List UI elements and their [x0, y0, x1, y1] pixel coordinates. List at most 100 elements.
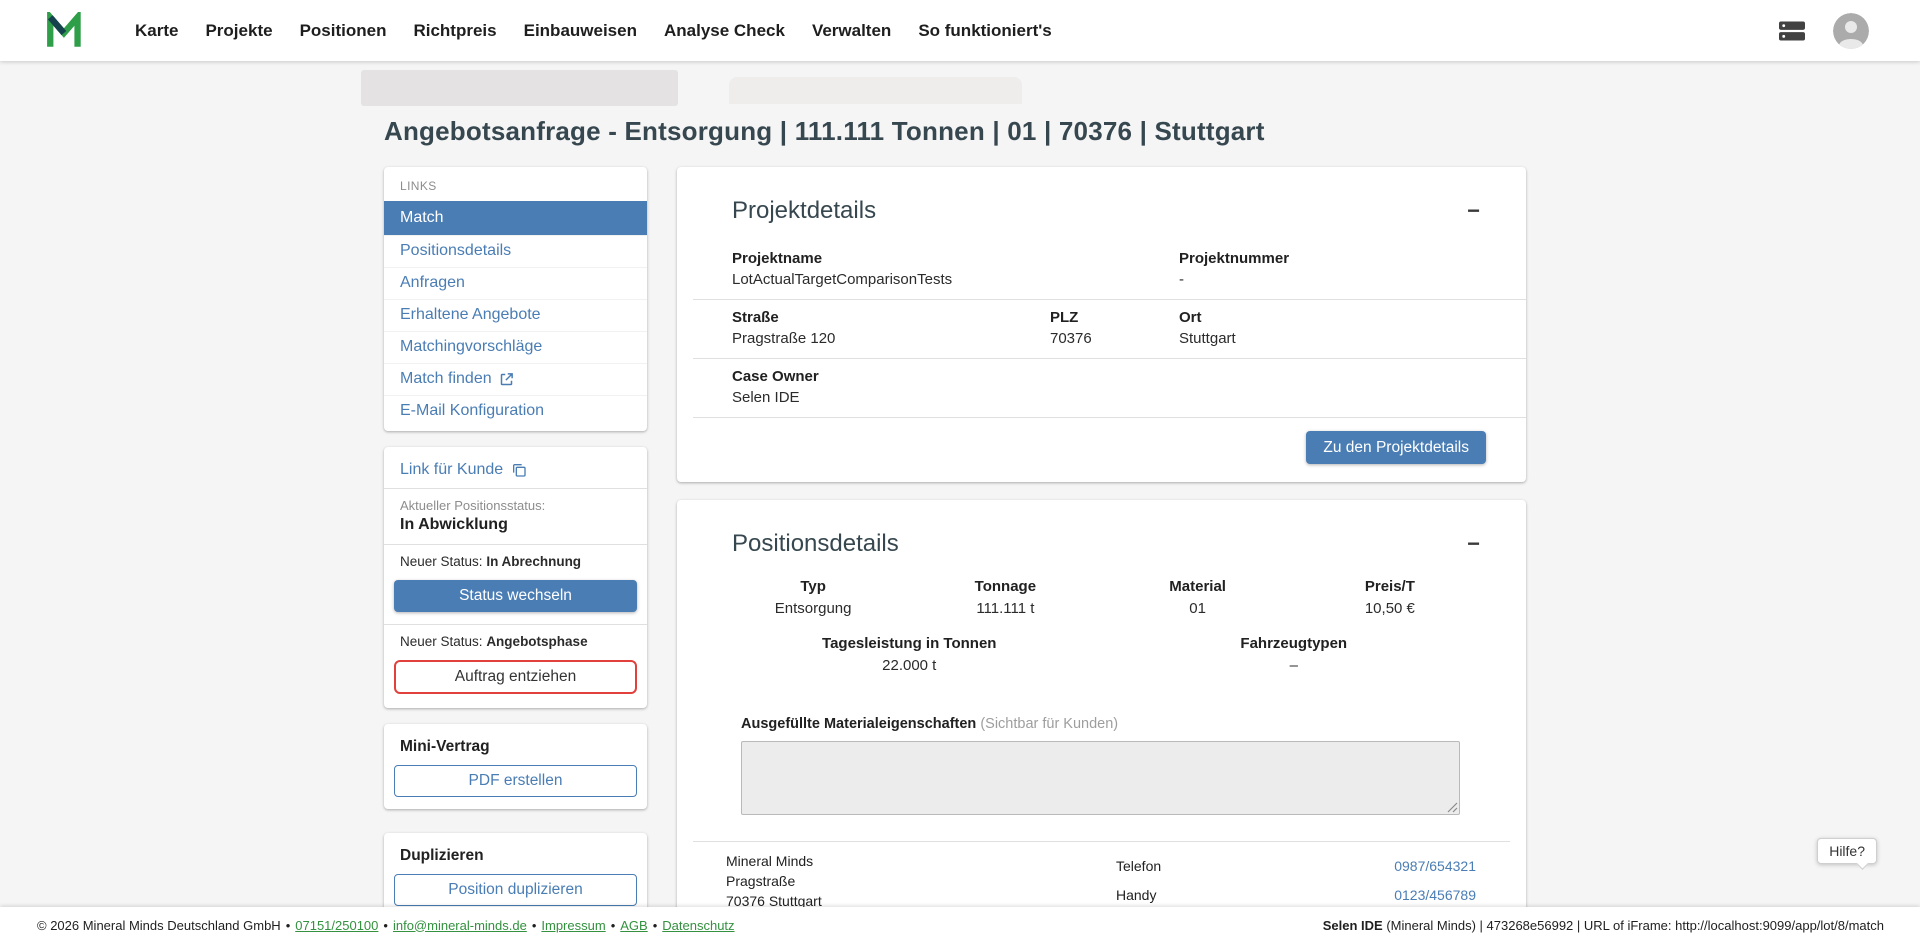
current-status-block: Aktueller Positionsstatus: In Abwicklung — [384, 489, 647, 544]
customer-link[interactable]: Link für Kunde — [384, 451, 647, 488]
stat-tonnage: Tonnage 111.111 t — [909, 578, 1101, 617]
contact-company: Mineral Minds — [726, 851, 1116, 871]
stat-value: 01 — [1102, 600, 1294, 617]
project-details-title: Projektdetails — [732, 197, 876, 225]
navbar-right — [1777, 13, 1869, 49]
footer-session-info: Selen IDE (Mineral Minds) | 473268e56992… — [1323, 918, 1884, 933]
footer-impressum-link[interactable]: Impressum — [541, 918, 605, 933]
external-link-icon — [499, 372, 514, 387]
footer-left: © 2026 Mineral Minds Deutschland GmbH • … — [37, 918, 735, 933]
server-icon[interactable] — [1777, 18, 1807, 44]
field-projektname: Projektname LotActualTargetComparisonTes… — [677, 250, 1179, 288]
material-properties-label: Ausgefüllte Materialeigenschaften (Sicht… — [741, 716, 1462, 732]
field-label: PLZ — [1050, 309, 1179, 326]
stat-label: Fahrzeugtypen — [1102, 635, 1487, 652]
duplicate-card: Duplizieren Position duplizieren — [384, 833, 647, 918]
stat-value: – — [1102, 657, 1487, 674]
position-stats-row: Typ Entsorgung Tonnage 111.111 t Materia… — [677, 574, 1526, 617]
separator: • — [286, 918, 291, 933]
field-plz: PLZ 70376 — [1050, 309, 1179, 347]
contact-street: Pragstraße — [726, 871, 1116, 891]
field-label: Ort — [1179, 309, 1526, 326]
stat-value: Entsorgung — [717, 600, 909, 617]
footer-session-details: (Mineral Minds) | 473268e56992 | URL of … — [1383, 918, 1884, 933]
sidebar-item-erhaltene-angebote[interactable]: Erhaltene Angebote — [384, 299, 647, 331]
nav-positionen[interactable]: Positionen — [300, 21, 387, 41]
help-button[interactable]: Hilfe? — [1817, 838, 1877, 864]
current-status-caption: Aktueller Positionsstatus: — [400, 498, 631, 513]
sidebar-item-positionsdetails[interactable]: Positionsdetails — [384, 235, 647, 267]
sidebar-item-label: Anfragen — [400, 274, 465, 292]
mini-contract-title: Mini-Vertrag — [384, 730, 647, 765]
nav-karte[interactable]: Karte — [135, 21, 178, 41]
nav-richtpreis[interactable]: Richtpreis — [413, 21, 496, 41]
footer-email-link[interactable]: info@mineral-minds.de — [393, 918, 527, 933]
contact-row-phone: Telefon 0987/654321 — [1116, 851, 1476, 880]
skeleton-block — [361, 70, 678, 106]
collapse-position-details-button[interactable]: − — [1467, 533, 1480, 555]
project-details-card: Projektdetails − Projektname LotActualTa… — [677, 167, 1526, 482]
material-label-hint: (Sichtbar für Kunden) — [980, 716, 1118, 732]
nav-projekte[interactable]: Projekte — [205, 21, 272, 41]
footer-phone-link[interactable]: 07151/250100 — [295, 918, 378, 933]
collapse-project-details-button[interactable]: − — [1467, 200, 1480, 222]
contact-row-mobile: Handy 0123/456789 — [1116, 880, 1476, 909]
next-status-1: Neuer Status: In Abrechnung — [384, 545, 647, 574]
stat-value: 22.000 t — [717, 657, 1102, 674]
nav-analyse-check[interactable]: Analyse Check — [664, 21, 785, 41]
app-logo[interactable] — [45, 12, 87, 50]
mini-contract-card: Mini-Vertrag PDF erstellen — [384, 724, 647, 809]
duplicate-title: Duplizieren — [384, 839, 647, 874]
sidebar-item-matchingvorschlaege[interactable]: Matchingvorschläge — [384, 331, 647, 363]
nav-einbauweisen[interactable]: Einbauweisen — [524, 21, 637, 41]
sidebar-item-label: E-Mail Konfiguration — [400, 402, 544, 420]
next-status-label: Neuer Status: — [400, 634, 483, 649]
nav-so-funktionierts[interactable]: So funktioniert's — [918, 21, 1051, 41]
phone-link[interactable]: 0987/654321 — [1394, 858, 1476, 874]
content-layout: LINKS Match Positionsdetails Anfragen Er… — [384, 167, 1526, 943]
field-value: 70376 — [1050, 330, 1179, 347]
sidebar-item-match[interactable]: Match — [384, 201, 647, 235]
stat-tagesleistung: Tagesleistung in Tonnen 22.000 t — [717, 635, 1102, 674]
user-avatar[interactable] — [1833, 13, 1869, 49]
stat-label: Material — [1102, 578, 1294, 595]
separator: • — [611, 918, 616, 933]
next-status-2: Neuer Status: Angebotsphase — [384, 625, 647, 654]
nav-verwalten[interactable]: Verwalten — [812, 21, 891, 41]
position-details-header: Positionsdetails − — [677, 500, 1526, 574]
stat-material: Material 01 — [1102, 578, 1294, 617]
create-pdf-button[interactable]: PDF erstellen — [394, 765, 637, 797]
sidebar-item-email-konfiguration[interactable]: E-Mail Konfiguration — [384, 395, 647, 427]
footer-user-name: Selen IDE — [1323, 918, 1383, 933]
stat-value: 111.111 t — [909, 600, 1101, 617]
status-card: Link für Kunde Aktueller Positionsstatus… — [384, 447, 647, 708]
customer-link-label: Link für Kunde — [400, 461, 503, 479]
duplicate-position-button[interactable]: Position duplizieren — [394, 874, 637, 906]
field-value: Stuttgart — [1179, 330, 1526, 347]
withdraw-order-button[interactable]: Auftrag entziehen — [394, 660, 637, 694]
position-details-title: Positionsdetails — [732, 530, 899, 558]
footer-agb-link[interactable]: AGB — [620, 918, 647, 933]
main-content: Projektdetails − Projektname LotActualTa… — [677, 167, 1526, 943]
next-status-value: In Abrechnung — [486, 554, 581, 569]
sidebar-item-match-finden[interactable]: Match finden — [384, 363, 647, 395]
page-title: Angebotsanfrage - Entsorgung | 111.111 T… — [384, 116, 1265, 147]
field-label: Case Owner — [732, 368, 1179, 385]
footer-datenschutz-link[interactable]: Datenschutz — [662, 918, 734, 933]
to-project-details-button[interactable]: Zu den Projektdetails — [1306, 431, 1486, 464]
phone-label: Telefon — [1116, 858, 1161, 874]
project-row: Case Owner Selen IDE — [677, 359, 1526, 417]
field-case-owner: Case Owner Selen IDE — [677, 368, 1179, 406]
field-value: Selen IDE — [732, 389, 1179, 406]
next-status-label: Neuer Status: — [400, 554, 483, 569]
mobile-link[interactable]: 0123/456789 — [1394, 887, 1476, 903]
field-label: Projektname — [732, 250, 1179, 267]
resize-handle-icon[interactable] — [1446, 801, 1458, 813]
current-status-value: In Abwicklung — [400, 516, 631, 534]
field-value: Pragstraße 120 — [732, 330, 1050, 347]
material-properties-textarea[interactable] — [741, 741, 1460, 815]
sidebar-item-anfragen[interactable]: Anfragen — [384, 267, 647, 299]
change-status-button[interactable]: Status wechseln — [394, 580, 637, 612]
contact-address: Mineral Minds Pragstraße 70376 Stuttgart — [726, 851, 1116, 911]
field-label: Straße — [732, 309, 1050, 326]
